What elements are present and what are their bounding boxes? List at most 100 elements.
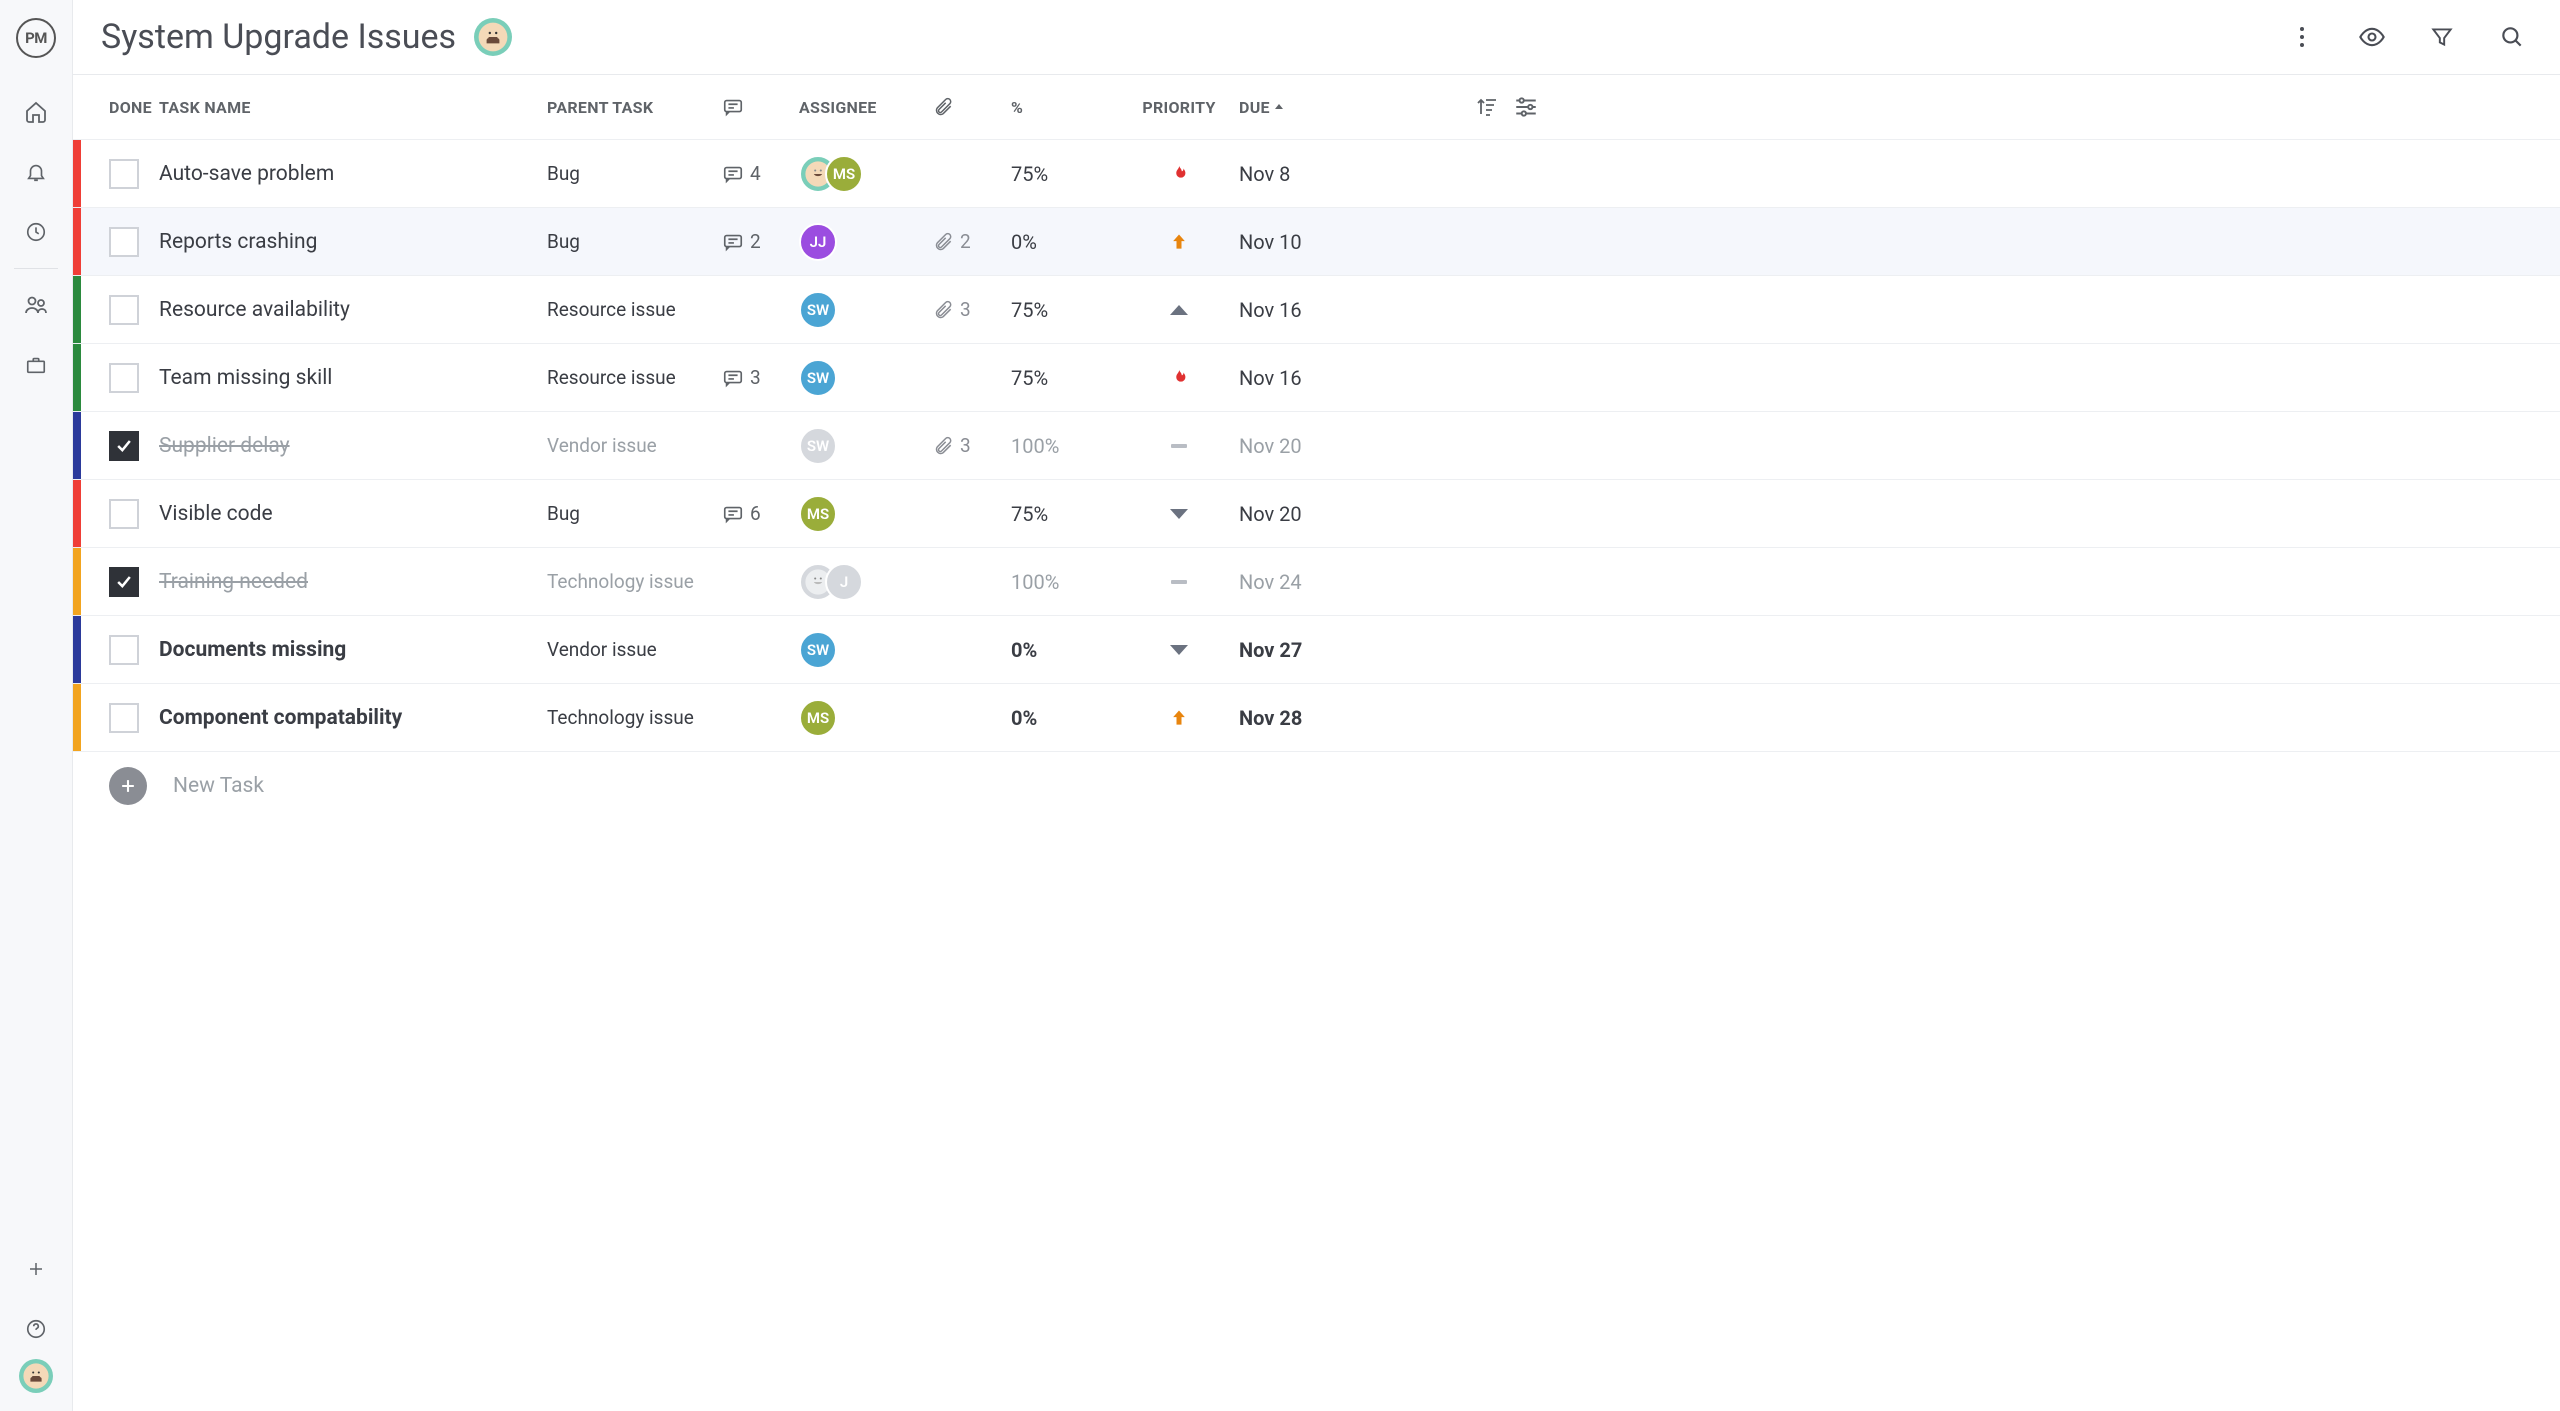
flame-icon bbox=[1168, 367, 1190, 389]
help-icon[interactable] bbox=[14, 1307, 58, 1351]
dash-icon bbox=[1169, 579, 1189, 585]
parent-task: Technology issue bbox=[547, 706, 722, 729]
page-title: System Upgrade Issues bbox=[101, 17, 456, 57]
task-name[interactable]: Training needed bbox=[151, 570, 547, 594]
home-icon[interactable] bbox=[14, 90, 58, 134]
priority-cell[interactable] bbox=[1119, 643, 1239, 657]
task-name[interactable]: Team missing skill bbox=[151, 366, 547, 390]
header-assignee[interactable]: ASSIGNEE bbox=[799, 98, 934, 117]
task-name[interactable]: Auto-save problem bbox=[151, 162, 547, 186]
assignee-avatar[interactable]: JJ bbox=[799, 223, 837, 261]
add-task-button[interactable] bbox=[109, 767, 147, 805]
header-percent[interactable]: % bbox=[1011, 98, 1119, 117]
priority-cell[interactable] bbox=[1119, 708, 1239, 728]
task-row[interactable]: Reports crashingBug2JJ20%Nov 10 bbox=[73, 207, 2560, 275]
assignee-avatar[interactable]: MS bbox=[825, 155, 863, 193]
header-parent-task[interactable]: PARENT TASK bbox=[547, 98, 722, 117]
comment-count[interactable]: 4 bbox=[722, 162, 799, 185]
task-row[interactable]: Component compatabilityTechnology issue M… bbox=[73, 683, 2560, 751]
assignee-cell[interactable]: J bbox=[799, 563, 934, 601]
more-icon[interactable] bbox=[2282, 17, 2322, 57]
assignee-avatar[interactable]: MS bbox=[799, 495, 837, 533]
task-name[interactable]: Visible code bbox=[151, 502, 547, 526]
comment-count[interactable]: 2 bbox=[722, 230, 799, 253]
priority-cell[interactable] bbox=[1119, 507, 1239, 521]
done-checkbox[interactable] bbox=[109, 431, 139, 461]
priority-cell[interactable] bbox=[1119, 303, 1239, 317]
comment-count[interactable]: 6 bbox=[722, 502, 799, 525]
header-done[interactable]: DONE bbox=[81, 98, 151, 117]
task-row[interactable]: Supplier delayVendor issueSW3100%Nov 20 bbox=[73, 411, 2560, 479]
new-task-row[interactable]: New Task bbox=[73, 751, 2560, 819]
task-row[interactable]: Resource availabilityResource issueSW375… bbox=[73, 275, 2560, 343]
color-bar bbox=[73, 276, 81, 343]
settings-sliders-icon[interactable] bbox=[1513, 94, 1539, 120]
people-icon[interactable] bbox=[14, 283, 58, 327]
header-priority[interactable]: PRIORITY bbox=[1119, 98, 1239, 117]
assignee-avatar[interactable]: MS bbox=[799, 699, 837, 737]
assignee-cell[interactable]: MS bbox=[799, 155, 934, 193]
percent-complete: 100% bbox=[1011, 434, 1119, 458]
assignee-cell[interactable]: MS bbox=[799, 699, 934, 737]
search-icon[interactable] bbox=[2492, 17, 2532, 57]
plus-icon[interactable] bbox=[14, 1247, 58, 1291]
priority-cell[interactable] bbox=[1119, 367, 1239, 389]
done-checkbox[interactable] bbox=[109, 159, 139, 189]
task-name[interactable]: Resource availability bbox=[151, 298, 547, 322]
project-owner-avatar[interactable] bbox=[474, 18, 512, 56]
task-name[interactable]: Component compatability bbox=[151, 706, 547, 730]
sort-icon[interactable] bbox=[1475, 94, 1499, 120]
paperclip-icon bbox=[934, 232, 954, 252]
assignee-cell[interactable]: MS bbox=[799, 495, 934, 533]
assignee-cell[interactable]: SW bbox=[799, 359, 934, 397]
percent-complete: 100% bbox=[1011, 570, 1119, 594]
task-row[interactable]: Documents missingVendor issueSW0%Nov 27 bbox=[73, 615, 2560, 683]
done-checkbox[interactable] bbox=[109, 635, 139, 665]
attachment-count[interactable]: 3 bbox=[934, 298, 1011, 321]
priority-cell[interactable] bbox=[1119, 443, 1239, 449]
header-comments-icon[interactable] bbox=[722, 96, 799, 118]
assignee-cell[interactable]: JJ bbox=[799, 223, 934, 261]
priority-cell[interactable] bbox=[1119, 163, 1239, 185]
due-date: Nov 28 bbox=[1239, 706, 1439, 730]
header-attachment-icon[interactable] bbox=[934, 97, 1011, 117]
attachment-count[interactable]: 3 bbox=[934, 434, 1011, 457]
briefcase-icon[interactable] bbox=[14, 343, 58, 387]
task-row[interactable]: Visible codeBug6MS75%Nov 20 bbox=[73, 479, 2560, 547]
done-checkbox[interactable] bbox=[109, 295, 139, 325]
assignee-avatar[interactable]: SW bbox=[799, 291, 837, 329]
task-row[interactable]: Training neededTechnology issueJ100%Nov … bbox=[73, 547, 2560, 615]
comment-count[interactable]: 3 bbox=[722, 366, 799, 389]
filter-icon[interactable] bbox=[2422, 17, 2462, 57]
done-checkbox[interactable] bbox=[109, 567, 139, 597]
priority-cell[interactable] bbox=[1119, 579, 1239, 585]
bell-icon[interactable] bbox=[14, 150, 58, 194]
assignee-avatar[interactable]: SW bbox=[799, 359, 837, 397]
assignee-avatar[interactable]: J bbox=[825, 563, 863, 601]
task-name[interactable]: Reports crashing bbox=[151, 230, 547, 254]
header-due[interactable]: DUE bbox=[1239, 98, 1439, 117]
clock-icon[interactable] bbox=[14, 210, 58, 254]
header-task-name[interactable]: TASK NAME bbox=[151, 98, 547, 117]
attachment-count[interactable]: 2 bbox=[934, 230, 1011, 253]
app-logo[interactable]: PM bbox=[16, 18, 56, 58]
task-row[interactable]: Team missing skillResource issue3SW75%No… bbox=[73, 343, 2560, 411]
done-checkbox[interactable] bbox=[109, 703, 139, 733]
done-checkbox[interactable] bbox=[109, 363, 139, 393]
priority-cell[interactable] bbox=[1119, 232, 1239, 252]
assignee-cell[interactable]: SW bbox=[799, 291, 934, 329]
assignee-cell[interactable]: SW bbox=[799, 631, 934, 669]
assignee-cell[interactable]: SW bbox=[799, 427, 934, 465]
done-checkbox[interactable] bbox=[109, 227, 139, 257]
done-checkbox[interactable] bbox=[109, 499, 139, 529]
assignee-avatar[interactable]: SW bbox=[799, 427, 837, 465]
task-name[interactable]: Supplier delay bbox=[151, 434, 547, 458]
task-row[interactable]: Auto-save problemBug4MS75%Nov 8 bbox=[73, 139, 2560, 207]
assignee-avatar[interactable]: SW bbox=[799, 631, 837, 669]
due-date: Nov 24 bbox=[1239, 570, 1439, 594]
flame-icon bbox=[1168, 163, 1190, 185]
parent-task: Bug bbox=[547, 230, 722, 253]
task-name[interactable]: Documents missing bbox=[151, 638, 547, 662]
eye-icon[interactable] bbox=[2352, 17, 2392, 57]
user-avatar[interactable] bbox=[19, 1359, 53, 1393]
